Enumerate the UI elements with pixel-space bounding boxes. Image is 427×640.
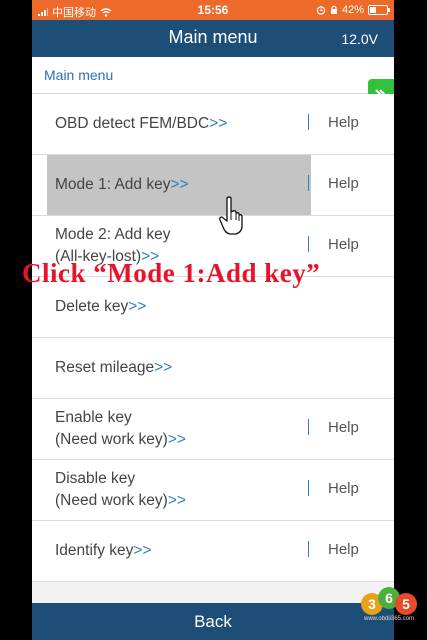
breadcrumb[interactable]: Main menu (44, 67, 113, 83)
arrows-indicator: >> (154, 359, 173, 376)
help-link[interactable]: Help (328, 175, 359, 192)
main-menu-list: OBD detect FEM/BDC>> Help Mode 1: Add ke… (32, 94, 394, 582)
arrows-indicator: >> (167, 492, 186, 509)
battery-icon (368, 5, 390, 15)
menu-item-label: Delete key>> (55, 298, 147, 315)
separator (308, 541, 309, 557)
logo-digit: 6 (385, 590, 393, 606)
logo-digit: 5 (402, 596, 410, 612)
alarm-icon (316, 6, 326, 15)
menu-item-label: Enable key (Need work key)>> (55, 409, 186, 448)
instruction-annotation: Click “Mode 1:Add key” (22, 258, 321, 288)
separator (308, 480, 309, 496)
menu-item-label: Reset mileage>> (55, 359, 173, 376)
bottom-bar: Back (32, 603, 394, 640)
hand-pointer-icon (219, 196, 243, 235)
title-bar: Main menu 12.0V (32, 20, 394, 57)
separator (308, 419, 309, 435)
separator (308, 175, 309, 191)
arrows-indicator: >> (128, 298, 147, 315)
menu-item-mode1-add-key[interactable]: Mode 1: Add key>> Help (32, 155, 394, 216)
watermark-site: www.obdii365.com (364, 616, 415, 622)
help-link[interactable]: Help (328, 480, 359, 497)
arrows-indicator: >> (170, 176, 189, 193)
help-link[interactable]: Help (328, 541, 359, 558)
status-bar: 中国移动 15:56 42% (32, 0, 394, 20)
separator (308, 236, 309, 252)
breadcrumb-bar: Main menu (32, 57, 394, 94)
menu-item-label: Mode 1: Add key>> (55, 176, 189, 193)
menu-item-label: Disable key (Need work key)>> (55, 470, 186, 509)
help-link[interactable]: Help (328, 114, 359, 131)
menu-item-label: OBD detect FEM/BDC>> (55, 115, 228, 132)
separator (308, 114, 309, 130)
logo-digit: 3 (368, 596, 376, 612)
arrows-indicator: >> (209, 115, 228, 132)
menu-item-identify-key[interactable]: Identify key>> Help (32, 521, 394, 582)
help-link[interactable]: Help (328, 419, 359, 436)
menu-item-disable-key[interactable]: Disable key (Need work key)>> Help (32, 460, 394, 521)
page-title: Main menu (168, 27, 258, 47)
battery-percent: 42% (341, 4, 364, 16)
voltage-readout: 12.0V (341, 31, 378, 47)
back-button[interactable]: Back (32, 612, 394, 632)
menu-item-reset-mileage[interactable]: Reset mileage>> (32, 338, 394, 399)
menu-item-label: Identify key>> (55, 542, 152, 559)
phone-screen: 中国移动 15:56 42% Main menu 12.0V Main menu… (32, 0, 394, 640)
menu-item-obd-detect[interactable]: OBD detect FEM/BDC>> Help (32, 94, 394, 155)
arrows-indicator: >> (133, 542, 152, 559)
arrows-indicator: >> (167, 431, 186, 448)
menu-item-enable-key[interactable]: Enable key (Need work key)>> Help (32, 399, 394, 460)
lock-rotation-icon (330, 5, 337, 14)
help-link[interactable]: Help (328, 236, 359, 253)
